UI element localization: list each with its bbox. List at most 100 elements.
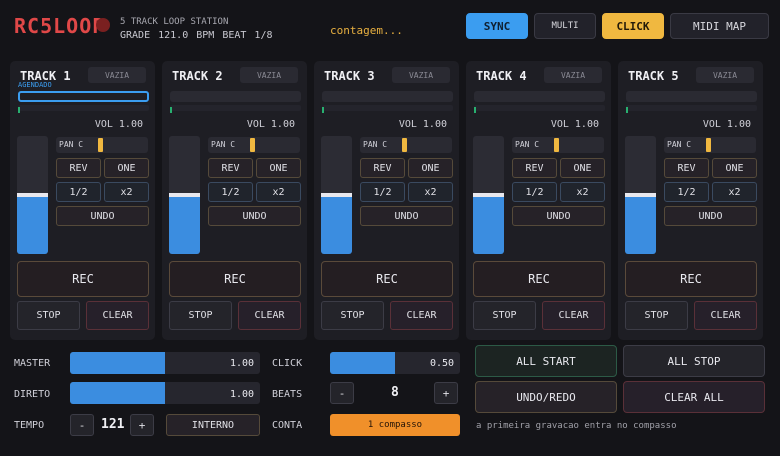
- track-volume-readout: VOL 1.00: [94, 119, 143, 130]
- track-volume-readout: VOL 1.00: [550, 119, 599, 130]
- track-panel-3: TRACK 3 VAZIA VOL 1.00 PAN C REV ONE 1/2…: [314, 61, 459, 340]
- track-beat-bar: [626, 105, 757, 111]
- count-in-selector[interactable]: 1 compasso: [330, 414, 460, 436]
- track-beat-marker: [322, 107, 324, 113]
- double-speed-button[interactable]: x2: [408, 182, 453, 202]
- one-shot-button[interactable]: ONE: [256, 158, 301, 178]
- track-panel-2: TRACK 2 VAZIA VOL 1.00 PAN C REV ONE 1/2…: [162, 61, 307, 340]
- all-start-button[interactable]: ALL START: [475, 345, 617, 377]
- track-undo-button[interactable]: UNDO: [208, 206, 301, 226]
- track-beat-bar: [322, 105, 453, 111]
- reverse-button[interactable]: REV: [208, 158, 253, 178]
- clear-button[interactable]: CLEAR: [390, 301, 453, 330]
- track-beat-marker: [18, 107, 20, 113]
- pan-handle[interactable]: [98, 138, 103, 152]
- track-volume-fader[interactable]: [321, 136, 352, 254]
- all-stop-button[interactable]: ALL STOP: [623, 345, 765, 377]
- double-speed-button[interactable]: x2: [560, 182, 605, 202]
- track-pan-control[interactable]: PAN C: [56, 137, 148, 153]
- app-subtitle: 5 TRACK LOOP STATION: [120, 17, 229, 27]
- track-pan-control[interactable]: PAN C: [360, 137, 452, 153]
- stop-button[interactable]: STOP: [473, 301, 536, 330]
- tempo-source-button[interactable]: INTERNO: [166, 414, 260, 436]
- track-progress-bar: [18, 91, 149, 102]
- tempo-decrease-button[interactable]: -: [70, 414, 94, 436]
- track-progress-bar: [474, 91, 605, 102]
- stop-button[interactable]: STOP: [169, 301, 232, 330]
- sync-button[interactable]: SYNC: [466, 13, 528, 39]
- track-beat-bar: [170, 105, 301, 111]
- record-button[interactable]: REC: [625, 261, 757, 297]
- click-slider-fill: [330, 352, 395, 374]
- record-button[interactable]: REC: [473, 261, 605, 297]
- double-speed-button[interactable]: x2: [256, 182, 301, 202]
- master-slider-fill: [70, 352, 165, 374]
- multi-button[interactable]: MULTI: [534, 13, 596, 39]
- clear-all-button[interactable]: CLEAR ALL: [623, 381, 765, 413]
- half-speed-button[interactable]: 1/2: [512, 182, 557, 202]
- record-button[interactable]: REC: [17, 261, 149, 297]
- stop-button[interactable]: STOP: [17, 301, 80, 330]
- track-undo-button[interactable]: UNDO: [56, 206, 149, 226]
- fader-handle[interactable]: [17, 193, 48, 197]
- reverse-button[interactable]: REV: [512, 158, 557, 178]
- one-shot-button[interactable]: ONE: [712, 158, 757, 178]
- track-pan-control[interactable]: PAN C: [208, 137, 300, 153]
- double-speed-button[interactable]: x2: [104, 182, 149, 202]
- fader-fill: [321, 195, 352, 254]
- track-volume-fader[interactable]: [17, 136, 48, 254]
- beats-increase-button[interactable]: +: [434, 382, 458, 404]
- logo-dot-icon: [96, 18, 110, 32]
- reverse-button[interactable]: REV: [664, 158, 709, 178]
- fader-handle[interactable]: [473, 193, 504, 197]
- track-scheduled-label: AGENDADO: [18, 81, 52, 89]
- stop-button[interactable]: STOP: [321, 301, 384, 330]
- track-panel-5: TRACK 5 VAZIA VOL 1.00 PAN C REV ONE 1/2…: [618, 61, 763, 340]
- pan-handle[interactable]: [706, 138, 711, 152]
- pan-handle[interactable]: [554, 138, 559, 152]
- half-speed-button[interactable]: 1/2: [56, 182, 101, 202]
- pan-label: PAN C: [363, 140, 388, 149]
- click-button[interactable]: CLICK: [602, 13, 664, 39]
- one-shot-button[interactable]: ONE: [408, 158, 453, 178]
- fader-handle[interactable]: [321, 193, 352, 197]
- track-pan-control[interactable]: PAN C: [664, 137, 756, 153]
- track-volume-readout: VOL 1.00: [246, 119, 295, 130]
- fader-handle[interactable]: [169, 193, 200, 197]
- half-speed-button[interactable]: 1/2: [360, 182, 405, 202]
- record-button[interactable]: REC: [169, 261, 301, 297]
- clear-button[interactable]: CLEAR: [238, 301, 301, 330]
- track-undo-button[interactable]: UNDO: [512, 206, 605, 226]
- clear-button[interactable]: CLEAR: [86, 301, 149, 330]
- stop-button[interactable]: STOP: [625, 301, 688, 330]
- reverse-button[interactable]: REV: [360, 158, 405, 178]
- track-volume-fader[interactable]: [625, 136, 656, 254]
- track-volume-fader[interactable]: [169, 136, 200, 254]
- track-undo-button[interactable]: UNDO: [360, 206, 453, 226]
- reverse-button[interactable]: REV: [56, 158, 101, 178]
- midi-map-button[interactable]: MIDI MAP: [670, 13, 769, 39]
- half-speed-button[interactable]: 1/2: [664, 182, 709, 202]
- tempo-increase-button[interactable]: +: [130, 414, 154, 436]
- fader-handle[interactable]: [625, 193, 656, 197]
- half-speed-button[interactable]: 1/2: [208, 182, 253, 202]
- double-speed-button[interactable]: x2: [712, 182, 757, 202]
- pan-handle[interactable]: [402, 138, 407, 152]
- record-button[interactable]: REC: [321, 261, 453, 297]
- clear-button[interactable]: CLEAR: [694, 301, 757, 330]
- one-shot-button[interactable]: ONE: [104, 158, 149, 178]
- beats-decrease-button[interactable]: -: [330, 382, 354, 404]
- click-label: CLICK: [272, 358, 303, 369]
- undo-redo-button[interactable]: UNDO/REDO: [475, 381, 617, 413]
- track-pan-control[interactable]: PAN C: [512, 137, 604, 153]
- conta-label: CONTA: [272, 420, 303, 431]
- track-volume-fader[interactable]: [473, 136, 504, 254]
- pan-label: PAN C: [211, 140, 236, 149]
- track-beat-bar: [18, 105, 149, 111]
- track-undo-button[interactable]: UNDO: [664, 206, 757, 226]
- one-shot-button[interactable]: ONE: [560, 158, 605, 178]
- track-beat-marker: [170, 107, 172, 113]
- track-beat-bar: [474, 105, 605, 111]
- pan-handle[interactable]: [250, 138, 255, 152]
- clear-button[interactable]: CLEAR: [542, 301, 605, 330]
